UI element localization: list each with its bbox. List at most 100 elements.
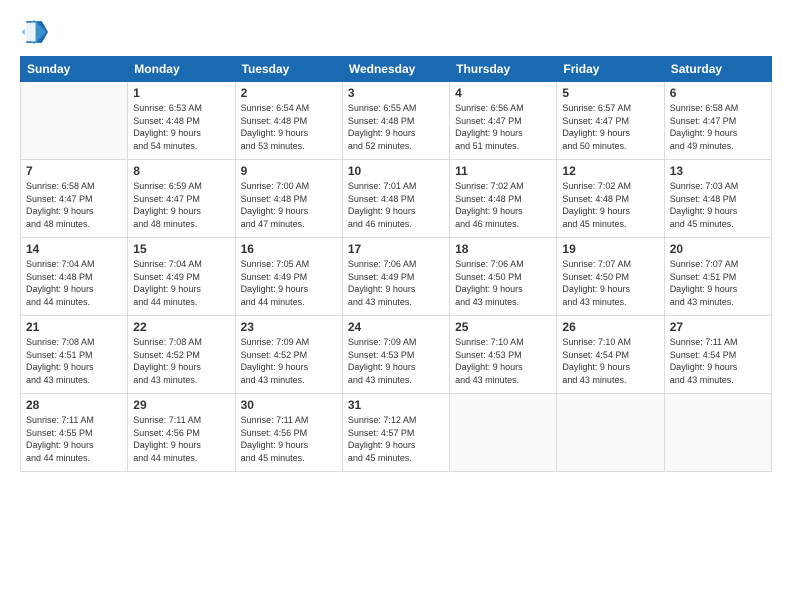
header [20, 18, 772, 46]
calendar-cell: 18Sunrise: 7:06 AM Sunset: 4:50 PM Dayli… [450, 238, 557, 316]
day-number: 26 [562, 320, 658, 334]
day-info: Sunrise: 7:11 AM Sunset: 4:56 PM Dayligh… [241, 414, 337, 464]
day-info: Sunrise: 7:04 AM Sunset: 4:49 PM Dayligh… [133, 258, 229, 308]
day-info: Sunrise: 7:12 AM Sunset: 4:57 PM Dayligh… [348, 414, 444, 464]
day-info: Sunrise: 6:53 AM Sunset: 4:48 PM Dayligh… [133, 102, 229, 152]
calendar-cell: 16 Sunrise: 7:05 AM Sunset: 4:49 PM Dayli… [235, 238, 342, 316]
weekday-header: Sunday [21, 57, 128, 82]
calendar-cell: 14 Sunrise: 7:04 AM Sunset: 4:48 PM Dayli… [21, 238, 128, 316]
calendar-cell: 15 Sunrise: 7:04 AM Sunset: 4:49 PM Dayli… [128, 238, 235, 316]
calendar-cell: 26Sunrise: 7:10 AM Sunset: 4:54 PM Dayli… [557, 316, 664, 394]
calendar-cell: 1 Sunrise: 6:53 AM Sunset: 4:48 PM Daylig… [128, 82, 235, 160]
day-number: 10 [348, 164, 444, 178]
day-info: Sunrise: 7:03 AM Sunset: 4:48 PM Dayligh… [670, 180, 766, 230]
calendar-cell: 2 Sunrise: 6:54 AM Sunset: 4:48 PM Daylig… [235, 82, 342, 160]
day-info: Sunrise: 7:00 AM Sunset: 4:48 PM Dayligh… [241, 180, 337, 230]
calendar-cell [664, 394, 771, 472]
day-number: 22 [133, 320, 229, 334]
day-number: 9 [241, 164, 337, 178]
day-info: Sunrise: 7:01 AM Sunset: 4:48 PM Dayligh… [348, 180, 444, 230]
day-info: Sunrise: 7:02 AM Sunset: 4:48 PM Dayligh… [455, 180, 551, 230]
weekday-header: Monday [128, 57, 235, 82]
day-info: Sunrise: 7:06 AM Sunset: 4:50 PM Dayligh… [455, 258, 551, 308]
calendar-cell: 19 Sunrise: 7:07 AM Sunset: 4:50 PM Dayli… [557, 238, 664, 316]
day-number: 7 [26, 164, 122, 178]
day-info: Sunrise: 7:04 AM Sunset: 4:48 PM Dayligh… [26, 258, 122, 308]
day-number: 12 [562, 164, 658, 178]
calendar-cell: 4 Sunrise: 6:56 AM Sunset: 4:47 PM Daylig… [450, 82, 557, 160]
day-info: Sunrise: 7:06 AM Sunset: 4:49 PM Dayligh… [348, 258, 444, 308]
calendar-cell: 27 Sunrise: 7:11 AM Sunset: 4:54 PM Dayli… [664, 316, 771, 394]
day-number: 30 [241, 398, 337, 412]
day-number: 2 [241, 86, 337, 100]
calendar-cell [450, 394, 557, 472]
day-info: Sunrise: 6:56 AM Sunset: 4:47 PM Dayligh… [455, 102, 551, 152]
day-number: 19 [562, 242, 658, 256]
page: SundayMondayTuesdayWednesdayThursdayFrid… [0, 0, 792, 612]
day-info: Sunrise: 7:08 AM Sunset: 4:51 PM Dayligh… [26, 336, 122, 386]
day-number: 28 [26, 398, 122, 412]
calendar-cell: 30 Sunrise: 7:11 AM Sunset: 4:56 PM Dayli… [235, 394, 342, 472]
calendar: SundayMondayTuesdayWednesdayThursdayFrid… [20, 56, 772, 472]
day-info: Sunrise: 7:10 AM Sunset: 4:53 PM Dayligh… [455, 336, 551, 386]
calendar-cell: 13 Sunrise: 7:03 AM Sunset: 4:48 PM Dayli… [664, 160, 771, 238]
day-info: Sunrise: 6:58 AM Sunset: 4:47 PM Dayligh… [670, 102, 766, 152]
calendar-cell: 8Sunrise: 6:59 AM Sunset: 4:47 PM Daylig… [128, 160, 235, 238]
day-number: 23 [241, 320, 337, 334]
calendar-cell [21, 82, 128, 160]
calendar-cell: 22 Sunrise: 7:08 AM Sunset: 4:52 PM Dayli… [128, 316, 235, 394]
calendar-cell: 23 Sunrise: 7:09 AM Sunset: 4:52 PM Dayli… [235, 316, 342, 394]
weekday-header: Friday [557, 57, 664, 82]
day-number: 16 [241, 242, 337, 256]
day-info: Sunrise: 6:58 AM Sunset: 4:47 PM Dayligh… [26, 180, 122, 230]
calendar-cell: 28 Sunrise: 7:11 AM Sunset: 4:55 PM Dayli… [21, 394, 128, 472]
day-info: Sunrise: 7:07 AM Sunset: 4:50 PM Dayligh… [562, 258, 658, 308]
calendar-cell: 11 Sunrise: 7:02 AM Sunset: 4:48 PM Dayli… [450, 160, 557, 238]
day-info: Sunrise: 7:11 AM Sunset: 4:56 PM Dayligh… [133, 414, 229, 464]
calendar-cell: 6 Sunrise: 6:58 AM Sunset: 4:47 PM Daylig… [664, 82, 771, 160]
weekday-header: Saturday [664, 57, 771, 82]
day-number: 4 [455, 86, 551, 100]
calendar-cell: 5Sunrise: 6:57 AM Sunset: 4:47 PM Daylig… [557, 82, 664, 160]
day-info: Sunrise: 7:09 AM Sunset: 4:52 PM Dayligh… [241, 336, 337, 386]
day-number: 1 [133, 86, 229, 100]
day-number: 8 [133, 164, 229, 178]
calendar-cell: 3 Sunrise: 6:55 AM Sunset: 4:48 PM Daylig… [342, 82, 449, 160]
weekday-header: Wednesday [342, 57, 449, 82]
calendar-cell: 10 Sunrise: 7:01 AM Sunset: 4:48 PM Dayli… [342, 160, 449, 238]
weekday-header: Thursday [450, 57, 557, 82]
day-info: Sunrise: 7:09 AM Sunset: 4:53 PM Dayligh… [348, 336, 444, 386]
day-info: Sunrise: 7:05 AM Sunset: 4:49 PM Dayligh… [241, 258, 337, 308]
calendar-cell: 21Sunrise: 7:08 AM Sunset: 4:51 PM Dayli… [21, 316, 128, 394]
calendar-cell: 17 Sunrise: 7:06 AM Sunset: 4:49 PM Dayli… [342, 238, 449, 316]
day-info: Sunrise: 7:02 AM Sunset: 4:48 PM Dayligh… [562, 180, 658, 230]
calendar-cell: 20Sunrise: 7:07 AM Sunset: 4:51 PM Dayli… [664, 238, 771, 316]
calendar-cell: 31 Sunrise: 7:12 AM Sunset: 4:57 PM Dayli… [342, 394, 449, 472]
day-info: Sunrise: 6:55 AM Sunset: 4:48 PM Dayligh… [348, 102, 444, 152]
logo [20, 18, 52, 46]
day-number: 11 [455, 164, 551, 178]
day-number: 15 [133, 242, 229, 256]
day-info: Sunrise: 7:11 AM Sunset: 4:54 PM Dayligh… [670, 336, 766, 386]
day-number: 5 [562, 86, 658, 100]
day-number: 31 [348, 398, 444, 412]
day-number: 20 [670, 242, 766, 256]
weekday-header: Tuesday [235, 57, 342, 82]
calendar-cell: 25 Sunrise: 7:10 AM Sunset: 4:53 PM Dayli… [450, 316, 557, 394]
day-number: 3 [348, 86, 444, 100]
logo-icon [20, 18, 48, 46]
calendar-cell: 24 Sunrise: 7:09 AM Sunset: 4:53 PM Dayli… [342, 316, 449, 394]
calendar-cell: 12 Sunrise: 7:02 AM Sunset: 4:48 PM Dayli… [557, 160, 664, 238]
day-number: 27 [670, 320, 766, 334]
day-number: 17 [348, 242, 444, 256]
calendar-cell: 9 Sunrise: 7:00 AM Sunset: 4:48 PM Daylig… [235, 160, 342, 238]
day-info: Sunrise: 7:08 AM Sunset: 4:52 PM Dayligh… [133, 336, 229, 386]
day-info: Sunrise: 6:54 AM Sunset: 4:48 PM Dayligh… [241, 102, 337, 152]
day-number: 25 [455, 320, 551, 334]
day-number: 24 [348, 320, 444, 334]
day-info: Sunrise: 7:11 AM Sunset: 4:55 PM Dayligh… [26, 414, 122, 464]
day-number: 14 [26, 242, 122, 256]
day-number: 6 [670, 86, 766, 100]
day-number: 13 [670, 164, 766, 178]
calendar-cell [557, 394, 664, 472]
